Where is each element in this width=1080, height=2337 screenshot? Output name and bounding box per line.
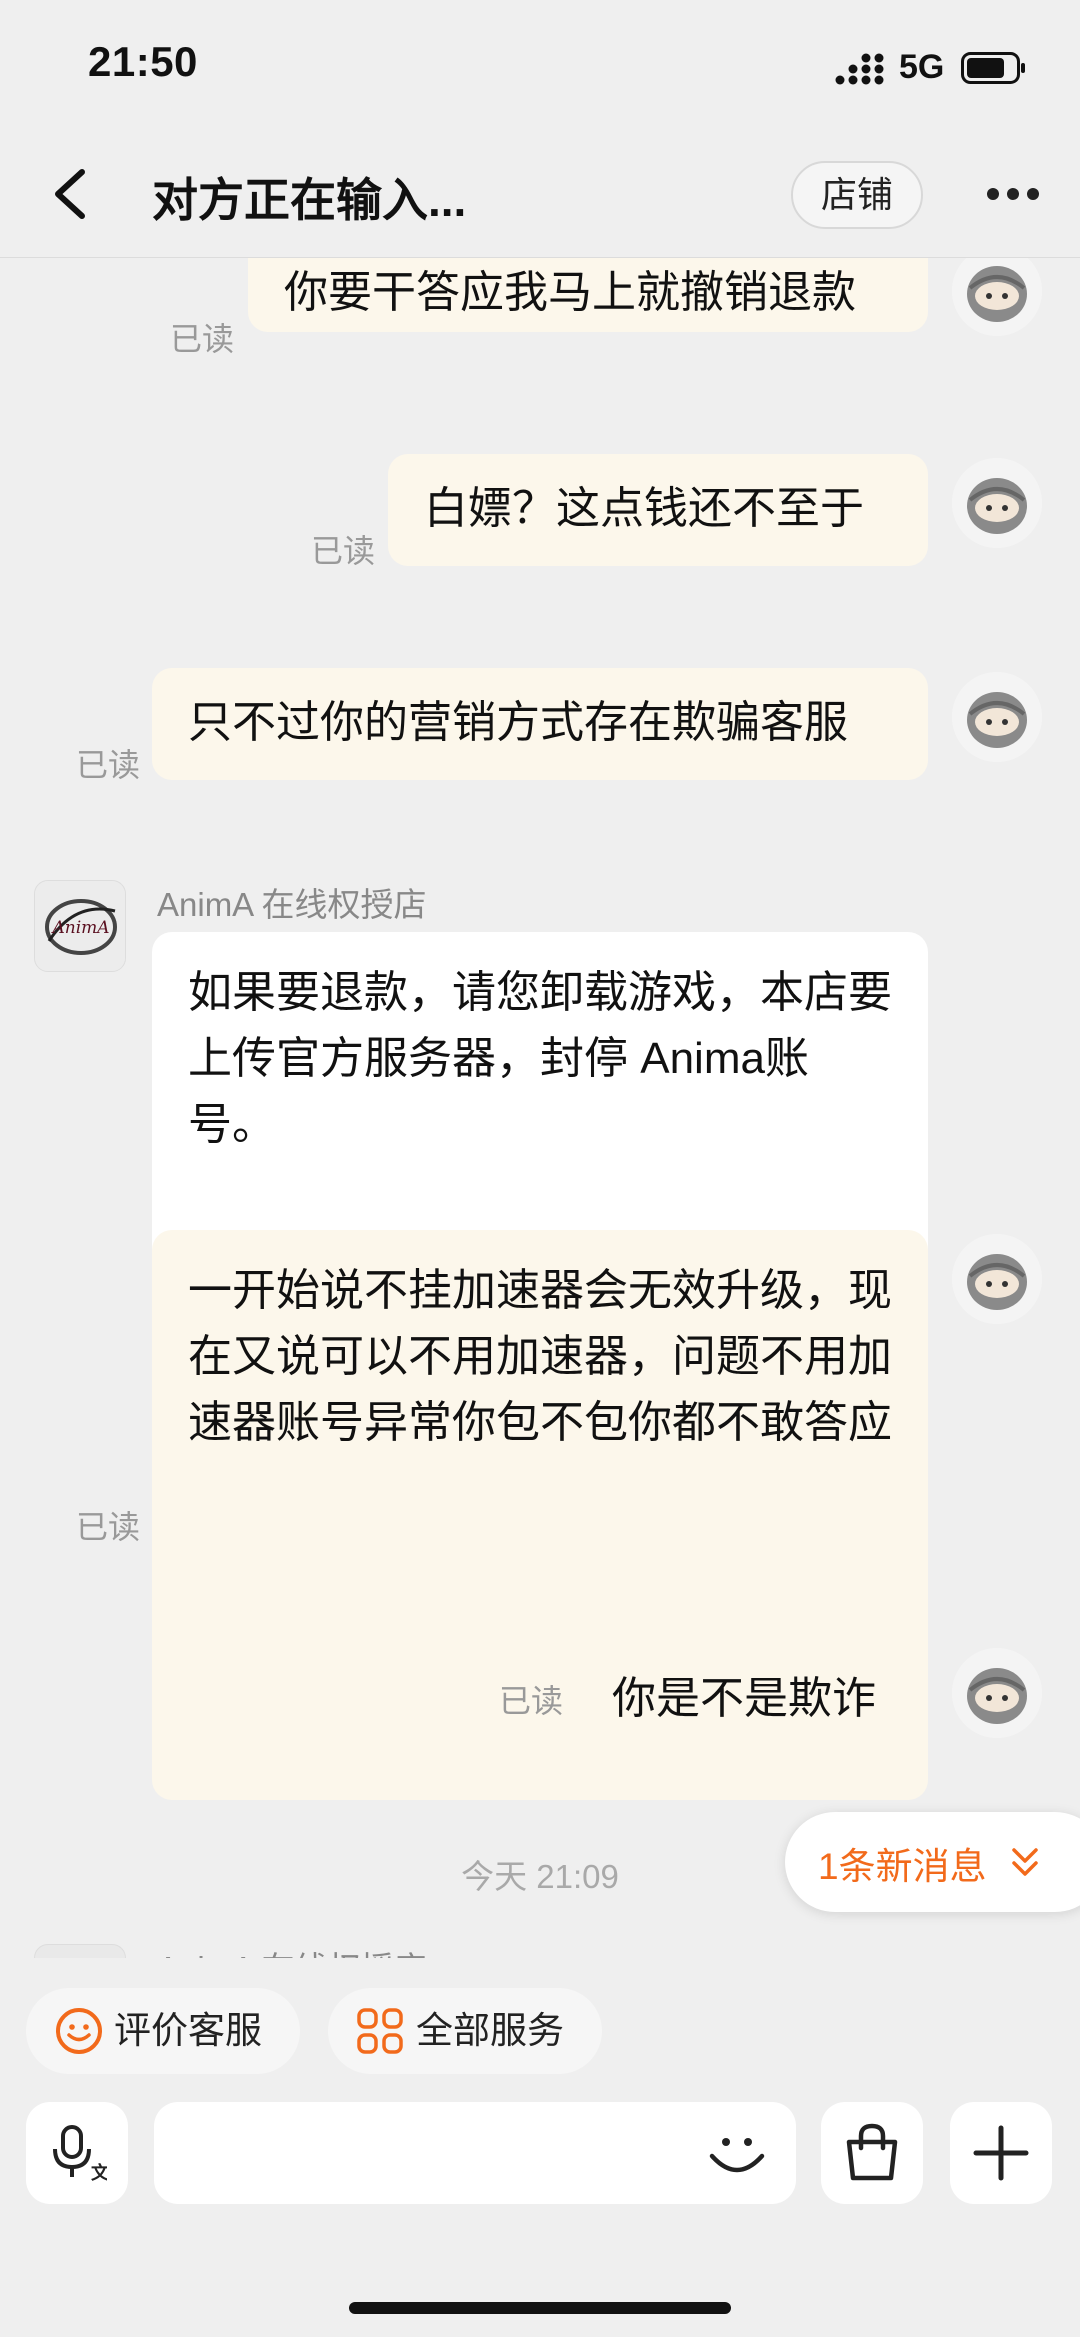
ninja-avatar-icon	[952, 258, 1042, 336]
message-text: 如果要退款，请您卸载游戏，本店要上传官方服务器，封停 Anima账号。	[188, 968, 892, 1149]
sender-name: AnimA 在线权授店	[157, 886, 427, 923]
chat-list[interactable]: 已读 你要干答应我马上就撤销退款 已读 白嫖？这点钱还不至于 已读 只不过你的营…	[0, 258, 1080, 1958]
new-message-label: 1条新消息	[818, 1846, 987, 1887]
user-avatar[interactable]	[952, 1648, 1042, 1738]
ninja-avatar-icon	[952, 672, 1042, 762]
network-type: 5G	[899, 48, 945, 86]
all-services-button[interactable]: 全部服务	[328, 1988, 602, 2074]
grid-icon	[357, 2008, 403, 2054]
more-icon[interactable]	[985, 186, 1041, 202]
message-text: 白嫖？这点钱还不至于	[424, 484, 864, 533]
emoji-icon[interactable]	[706, 2124, 768, 2186]
sender-name: AnimA 在线权授店	[157, 1942, 427, 1958]
ninja-avatar-icon	[952, 458, 1042, 548]
read-status: 已读	[76, 747, 141, 783]
svg-text:AnimA: AnimA	[50, 918, 109, 938]
message-bubble[interactable]: 你是不是欺诈	[576, 1644, 928, 1756]
user-avatar[interactable]	[952, 258, 1042, 336]
message-text: 只不过你的营销方式存在欺骗客服	[188, 698, 848, 747]
product-button[interactable]	[821, 2102, 923, 2204]
smile-icon	[56, 2008, 102, 2054]
home-indicator[interactable]	[349, 2302, 731, 2314]
ninja-avatar-icon	[952, 1648, 1042, 1738]
ninja-avatar-icon	[952, 1234, 1042, 1324]
read-status: 已读	[311, 533, 376, 569]
add-button[interactable]	[950, 2102, 1052, 2204]
message-bubble[interactable]: 只不过你的营销方式存在欺骗客服	[152, 668, 928, 780]
rate-service-button[interactable]: 评价客服	[26, 1988, 300, 2074]
message-text: 你是不是欺诈	[612, 1674, 876, 1723]
chip-label: 全部服务	[416, 2010, 564, 2051]
page-title: 对方正在输入...	[152, 174, 467, 226]
signal-icon	[835, 53, 884, 85]
shop-avatar[interactable]: AnimA	[34, 880, 126, 972]
microphone-icon: 文	[53, 2125, 107, 2183]
voice-button[interactable]: 文	[26, 2102, 128, 2204]
message-text: 一开始说不挂加速器会无效升级，现在又说可以不用加速器，问题不用加速器账号异常你包…	[188, 1266, 892, 1447]
user-avatar[interactable]	[952, 458, 1042, 548]
double-chevron-down-icon	[1012, 1848, 1038, 1876]
read-status: 已读	[499, 1683, 564, 1719]
plus-icon	[973, 2125, 1029, 2181]
user-avatar[interactable]	[952, 672, 1042, 762]
shopping-bag-icon	[846, 2123, 898, 2181]
message-input-container[interactable]	[154, 2102, 796, 2204]
svg-text:文: 文	[91, 2162, 107, 2183]
shop-avatar[interactable]	[34, 1944, 126, 1958]
user-avatar[interactable]	[952, 1234, 1042, 1324]
message-bubble[interactable]: 你要干答应我马上就撤销退款	[248, 258, 928, 332]
message-input[interactable]	[178, 2122, 682, 2186]
status-time: 21:50	[88, 38, 198, 85]
chip-label: 评价客服	[114, 2010, 262, 2051]
message-bubble[interactable]: 白嫖？这点钱还不至于	[388, 454, 928, 566]
battery-icon	[961, 52, 1025, 84]
shop-logo: AnimA	[35, 881, 125, 971]
read-status: 已读	[76, 1509, 141, 1545]
message-text: 你要干答应我马上就撤销退款	[284, 268, 856, 317]
back-arrow-icon[interactable]	[48, 166, 92, 222]
shop-button[interactable]: 店铺	[791, 161, 923, 229]
read-status: 已读	[170, 321, 235, 357]
